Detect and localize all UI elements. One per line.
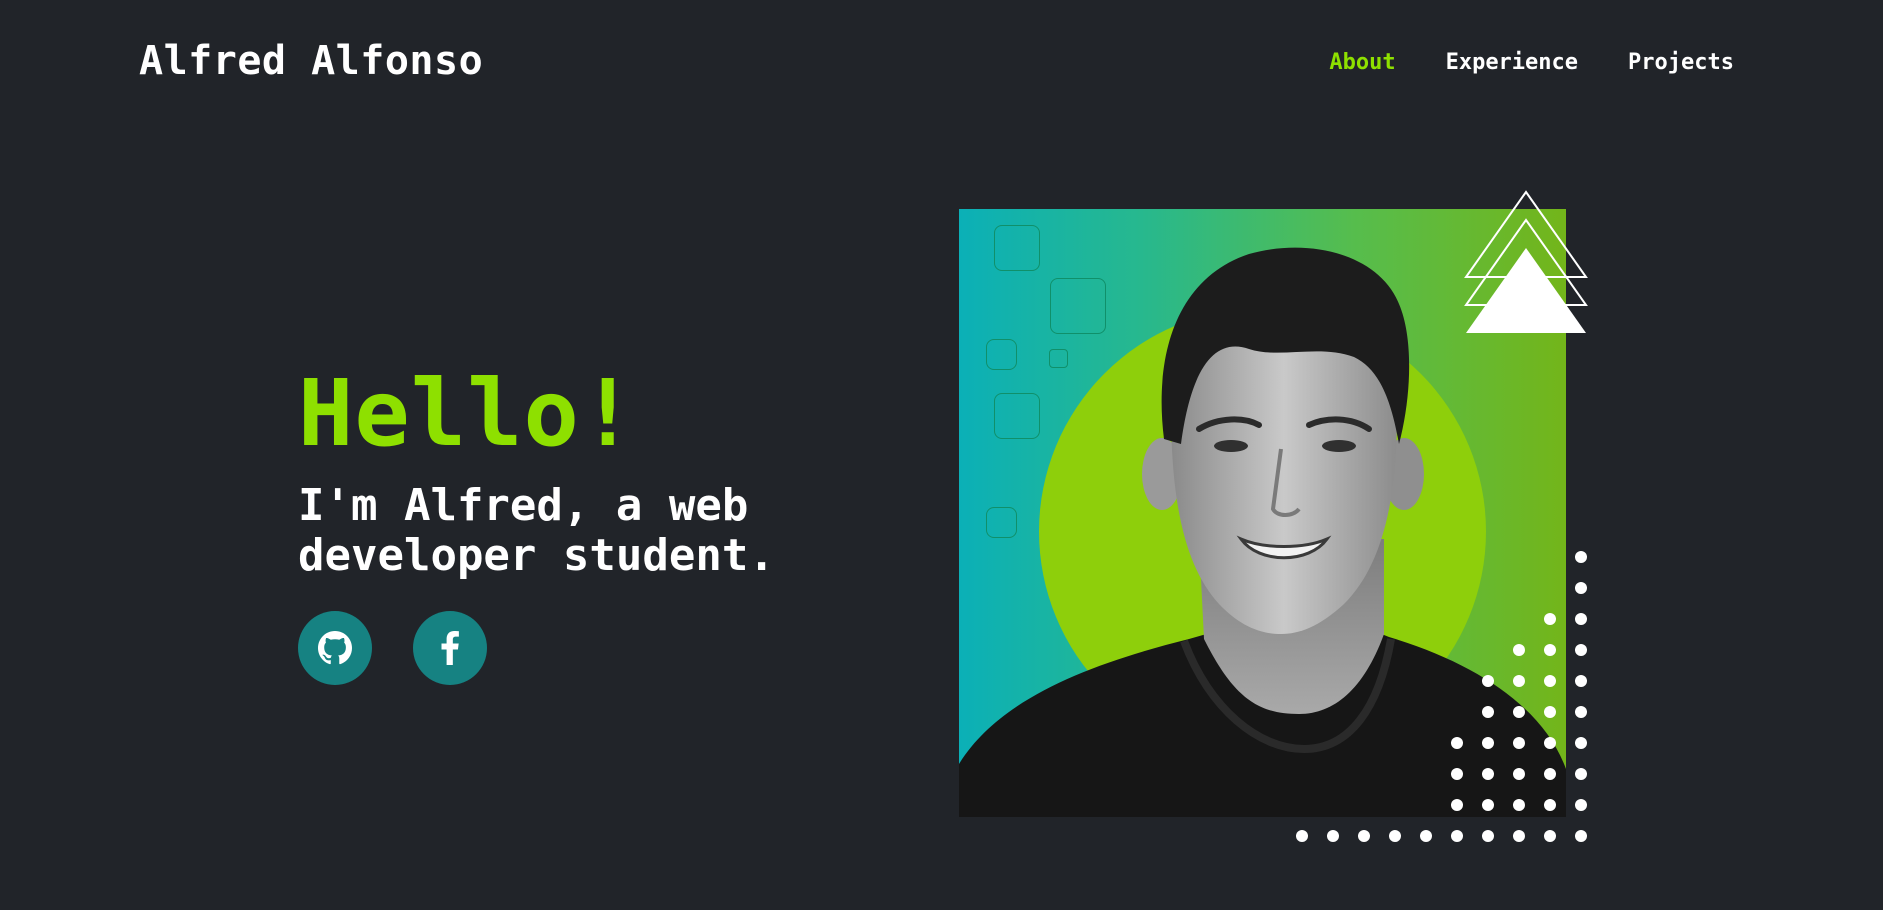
decor-dot [1482, 706, 1494, 718]
decor-dot [1575, 706, 1587, 718]
decor-dot [1451, 799, 1463, 811]
decor-dot [1575, 644, 1587, 656]
hero-intro-line-1: I'm Alfred, a web [298, 480, 749, 531]
decor-dot [1513, 830, 1525, 842]
hero-intro-line-2: developer student. [298, 530, 775, 581]
decor-dot [1451, 768, 1463, 780]
hero-greeting: Hello! [298, 360, 637, 467]
decor-dot [1575, 799, 1587, 811]
decor-dot [1513, 799, 1525, 811]
hero-art [959, 190, 1599, 850]
decor-dot [1389, 830, 1401, 842]
decor-dot [1327, 830, 1339, 842]
nav-experience[interactable]: Experience [1446, 50, 1578, 75]
decor-dot [1544, 644, 1556, 656]
brand-logo-link[interactable]: Alfred Alfonso [139, 38, 483, 84]
decor-dot [1451, 737, 1463, 749]
decor-dot [1544, 768, 1556, 780]
decor-dot [1358, 830, 1370, 842]
decor-dot [1544, 830, 1556, 842]
portfolio-page: Alfred Alfonso About Experience Projects… [0, 0, 1883, 910]
decor-dot [1513, 644, 1525, 656]
decor-dot [1482, 675, 1494, 687]
decor-dot [1513, 675, 1525, 687]
decor-dot [1420, 830, 1432, 842]
facebook-icon [440, 631, 460, 665]
nav-about[interactable]: About [1329, 50, 1395, 75]
decor-dot [1544, 799, 1556, 811]
dot-grid-decoration [1296, 551, 1587, 842]
github-icon [318, 631, 352, 665]
decor-dot [1575, 768, 1587, 780]
decor-dot [1575, 830, 1587, 842]
decor-dot [1544, 613, 1556, 625]
decor-dot [1513, 768, 1525, 780]
decor-dot [1575, 613, 1587, 625]
decor-dot [1482, 830, 1494, 842]
decor-dot [1575, 675, 1587, 687]
decor-dot [1575, 737, 1587, 749]
decor-dot [1544, 675, 1556, 687]
hero-section: Hello! I'm Alfred, a web developer stude… [298, 368, 858, 685]
decor-dot [1482, 768, 1494, 780]
decor-dot [1575, 551, 1587, 563]
decor-dot [1544, 737, 1556, 749]
main-nav: About Experience Projects [1329, 50, 1734, 75]
decor-dot [1513, 706, 1525, 718]
decor-dot [1544, 706, 1556, 718]
decor-dot [1482, 737, 1494, 749]
hero-intro: I'm Alfred, a web developer student. [298, 481, 858, 581]
github-button[interactable] [298, 611, 372, 685]
nav-projects[interactable]: Projects [1628, 50, 1734, 75]
decor-dot [1513, 737, 1525, 749]
decor-dot [1296, 830, 1308, 842]
social-links [298, 611, 858, 685]
facebook-button[interactable] [413, 611, 487, 685]
decor-dot [1575, 582, 1587, 594]
decor-dot [1451, 830, 1463, 842]
decor-dot [1482, 799, 1494, 811]
